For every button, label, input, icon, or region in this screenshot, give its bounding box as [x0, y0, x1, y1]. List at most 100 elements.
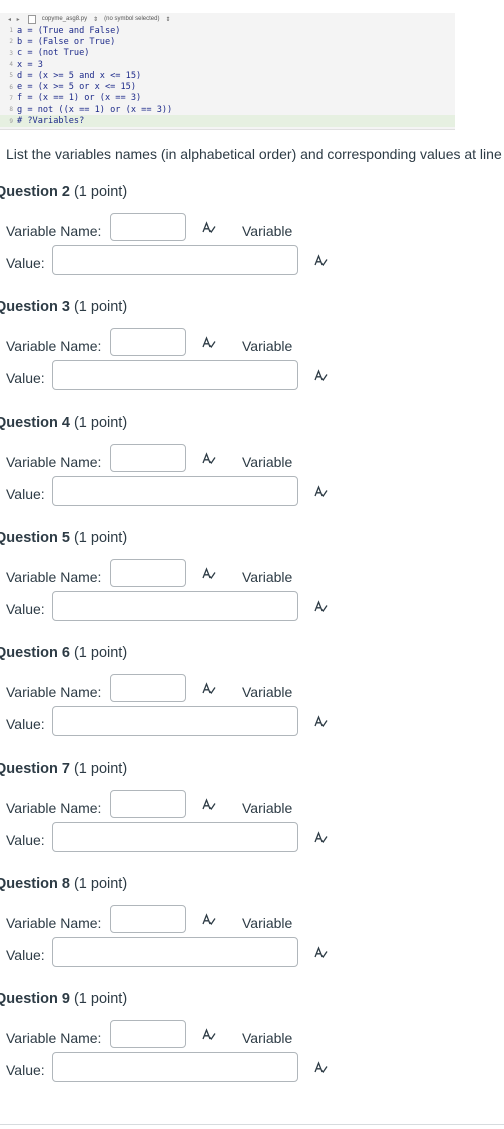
value-input[interactable]	[52, 1052, 298, 1083]
spellcheck-icon[interactable]	[314, 830, 328, 844]
updown-icon: ⇕	[165, 16, 171, 23]
spellcheck-icon[interactable]	[314, 484, 328, 498]
value-input[interactable]	[52, 590, 298, 621]
value-input[interactable]	[52, 245, 298, 275]
spellcheck-icon[interactable]	[202, 913, 216, 926]
spellcheck-icon[interactable]	[314, 715, 328, 728]
question-block: Question 4 (1 point) Variable Name: Variab…	[0, 415, 504, 531]
editor-filename: copyme_asg8.py	[41, 16, 88, 22]
question-number: Question 9	[0, 991, 70, 1008]
question-points: (1 point)	[73, 299, 128, 316]
question-block: Question 9 (1 point) Variable Name: Variab…	[0, 991, 504, 1107]
question-number: Question 7	[0, 760, 70, 777]
value-label: Value:	[6, 370, 45, 387]
question-number: Question 3	[0, 299, 70, 316]
code-line: 8 g = not ((x == 1) or (x == 3))	[0, 104, 455, 115]
question-title: Question 7 (1 point)	[0, 761, 127, 777]
question-points: (1 point)	[73, 414, 128, 431]
value-label: Value:	[6, 255, 45, 271]
value-label: Value:	[6, 946, 45, 963]
code-screenshot: ◂ ▸ copyme_asg8.py ⇕ (no symbol selected…	[0, 13, 455, 130]
question-title: Question 3 (1 point)	[0, 299, 127, 315]
code-line: 1 a = (True and False)	[0, 25, 455, 36]
question-prompt: List the variables names (in alphabetica…	[6, 146, 502, 162]
variable-name-input[interactable]	[110, 213, 186, 241]
editor-toolbar: ◂ ▸ copyme_asg8.py ⇕ (no symbol selected…	[0, 13, 455, 25]
code-text: # ?Variables?	[17, 116, 85, 127]
question-title: Question 4 (1 point)	[0, 415, 127, 431]
variable-name-input[interactable]	[110, 328, 186, 357]
code-text: b = (False or True)	[17, 36, 116, 47]
spellcheck-icon[interactable]	[314, 946, 328, 959]
question-points: (1 point)	[73, 529, 128, 546]
value-input[interactable]	[52, 475, 298, 506]
variable-name-label: Variable Name:	[6, 914, 102, 931]
line-number: 6	[9, 83, 13, 91]
variable-type-label: Variable	[242, 223, 293, 239]
spellcheck-icon[interactable]	[314, 1061, 328, 1074]
spellcheck-icon[interactable]	[202, 221, 216, 234]
value-label: Value:	[6, 1062, 45, 1079]
editor-symbol: (no symbol selected)	[104, 16, 160, 22]
value-input[interactable]	[52, 360, 298, 391]
variable-name-input[interactable]	[110, 1020, 186, 1049]
variable-name-input[interactable]	[110, 443, 186, 472]
file-icon	[27, 14, 36, 24]
line-number: 8	[9, 106, 13, 114]
question-block: Question 2 (1 point) Variable Name: Variab…	[0, 184, 504, 300]
spellcheck-icon[interactable]	[202, 451, 216, 465]
variable-name-label: Variable Name:	[6, 684, 102, 701]
spellcheck-icon[interactable]	[202, 336, 216, 349]
nav-arrows-icon: ◂ ▸	[8, 16, 22, 23]
variable-name-input[interactable]	[110, 904, 186, 933]
code-line: 5 d = (x >= 5 and x <= 15)	[0, 70, 455, 81]
variable-type-label: Variable	[242, 1030, 293, 1047]
variable-type-label: Variable	[242, 453, 293, 470]
spellcheck-icon[interactable]	[314, 369, 328, 382]
code-line: 9 # ?Variables?	[0, 115, 455, 127]
question-points: (1 point)	[73, 875, 128, 892]
variable-name-input[interactable]	[110, 674, 186, 703]
value-input[interactable]	[52, 936, 298, 967]
question-title: Question 2 (1 point)	[0, 184, 127, 200]
variable-name-input[interactable]	[110, 558, 186, 587]
question-block: Question 7 (1 point) Variable Name: Variab…	[0, 761, 504, 877]
value-input[interactable]	[52, 821, 298, 852]
divider	[0, 1124, 504, 1125]
variable-name-input[interactable]	[110, 789, 186, 818]
spellcheck-icon[interactable]	[202, 682, 216, 695]
line-number: 1	[9, 27, 13, 35]
variable-name-label: Variable Name:	[6, 223, 102, 239]
spellcheck-icon[interactable]	[202, 1028, 216, 1041]
question-number: Question 6	[0, 645, 70, 662]
question-block: Question 5 (1 point) Variable Name: Variab…	[0, 530, 504, 646]
line-number: 4	[9, 61, 13, 69]
question-title: Question 5 (1 point)	[0, 530, 127, 546]
code-line: 6 e = (x >= 5 or x <= 15)	[0, 81, 455, 92]
question-points: (1 point)	[73, 991, 128, 1008]
question-block: Question 6 (1 point) Variable Name: Variab…	[0, 645, 504, 761]
code-text: c = (not True)	[17, 48, 90, 59]
value-input[interactable]	[52, 706, 298, 737]
line-number: 9	[9, 117, 13, 125]
spellcheck-icon[interactable]	[314, 254, 328, 267]
variable-type-label: Variable	[242, 568, 293, 585]
question-block: Question 3 (1 point) Variable Name: Variab…	[0, 299, 504, 415]
question-points: (1 point)	[73, 760, 128, 777]
code-text: e = (x >= 5 or x <= 15)	[17, 82, 136, 93]
code-line: 7 f = (x == 1) or (x == 3)	[0, 93, 455, 104]
variable-type-label: Variable	[242, 799, 293, 816]
question-points: (1 point)	[73, 184, 128, 200]
spellcheck-icon[interactable]	[202, 797, 216, 811]
question-title: Question 6 (1 point)	[0, 645, 127, 661]
question-title: Question 8 (1 point)	[0, 876, 127, 892]
code-line: 3 c = (not True)	[0, 48, 455, 59]
question-block: Question 8 (1 point) Variable Name: Variab…	[0, 876, 504, 992]
spellcheck-icon[interactable]	[202, 567, 216, 580]
spellcheck-icon[interactable]	[314, 600, 328, 613]
variable-type-label: Variable	[242, 338, 293, 355]
variable-name-label: Variable Name:	[6, 453, 102, 470]
question-number: Question 4	[0, 414, 70, 431]
variable-type-label: Variable	[242, 914, 293, 931]
question-title: Question 9 (1 point)	[0, 991, 127, 1007]
